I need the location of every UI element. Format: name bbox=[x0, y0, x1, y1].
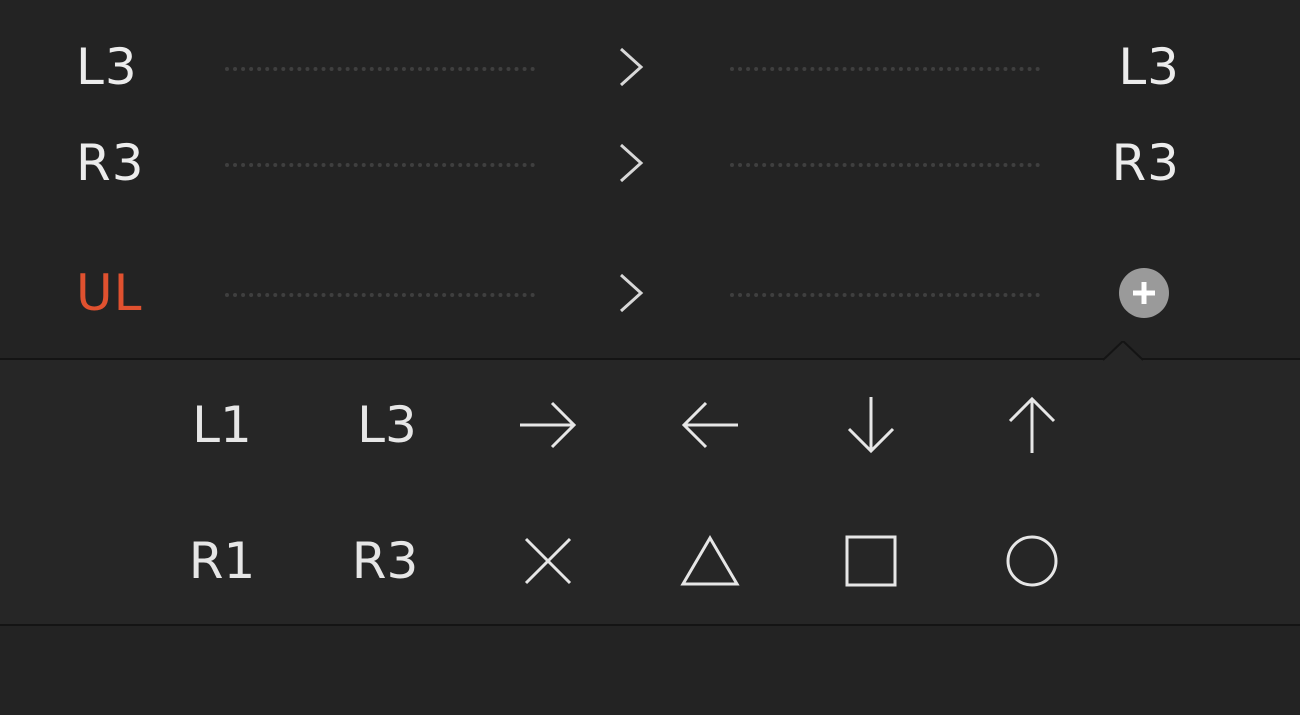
picker-key-label: L1 bbox=[192, 396, 252, 454]
picker-key-l3[interactable]: L3 bbox=[327, 380, 447, 470]
picker-key-r1[interactable]: R1 bbox=[162, 516, 282, 606]
cross-icon bbox=[524, 537, 572, 585]
mapping-row-l3: L3 L3 bbox=[0, 22, 1300, 112]
picker-key-triangle[interactable] bbox=[650, 516, 770, 606]
picker-key-right[interactable] bbox=[488, 380, 608, 470]
mapping-row-ul: UL bbox=[0, 248, 1300, 338]
arrow-up-icon bbox=[1008, 396, 1056, 453]
add-mapping-button[interactable] bbox=[1119, 268, 1169, 318]
chevron-right-icon bbox=[619, 273, 644, 313]
chevron-right-icon bbox=[619, 143, 644, 183]
picker-key-left[interactable] bbox=[650, 380, 770, 470]
picker-key-label: R1 bbox=[188, 532, 256, 590]
picker-key-up[interactable] bbox=[972, 380, 1092, 470]
dotted-leader bbox=[225, 293, 535, 297]
circle-icon bbox=[1006, 535, 1058, 587]
chevron-right-icon bbox=[619, 47, 644, 87]
dotted-leader bbox=[730, 67, 1040, 71]
picker-key-l1[interactable]: L1 bbox=[162, 380, 282, 470]
source-button-label[interactable]: L3 bbox=[76, 38, 138, 96]
picker-key-circle[interactable] bbox=[972, 516, 1092, 606]
plus-icon bbox=[1133, 282, 1155, 304]
arrow-down-icon bbox=[847, 397, 895, 454]
dotted-leader bbox=[225, 163, 535, 167]
picker-key-cross[interactable] bbox=[488, 516, 608, 606]
picker-key-label: R3 bbox=[351, 532, 419, 590]
dotted-leader bbox=[730, 163, 1040, 167]
picker-key-square[interactable] bbox=[811, 516, 931, 606]
triangle-icon bbox=[680, 535, 740, 586]
dotted-leader bbox=[225, 67, 535, 71]
square-icon bbox=[845, 535, 897, 587]
source-button-label[interactable]: UL bbox=[76, 264, 142, 322]
picker-key-r3[interactable]: R3 bbox=[325, 516, 445, 606]
arrow-right-icon bbox=[520, 401, 577, 449]
target-button-label[interactable]: L3 bbox=[1118, 38, 1180, 96]
button-picker-panel: L1 L3 R1 R3 bbox=[0, 341, 1300, 626]
popover-notch bbox=[1103, 341, 1143, 361]
picker-key-label: L3 bbox=[357, 396, 417, 454]
mapping-row-r3: R3 R3 bbox=[0, 118, 1300, 208]
target-button-label[interactable]: R3 bbox=[1111, 134, 1180, 192]
picker-key-down[interactable] bbox=[811, 380, 931, 470]
arrow-left-icon bbox=[681, 401, 738, 449]
source-button-label[interactable]: R3 bbox=[76, 134, 145, 192]
dotted-leader bbox=[730, 293, 1040, 297]
